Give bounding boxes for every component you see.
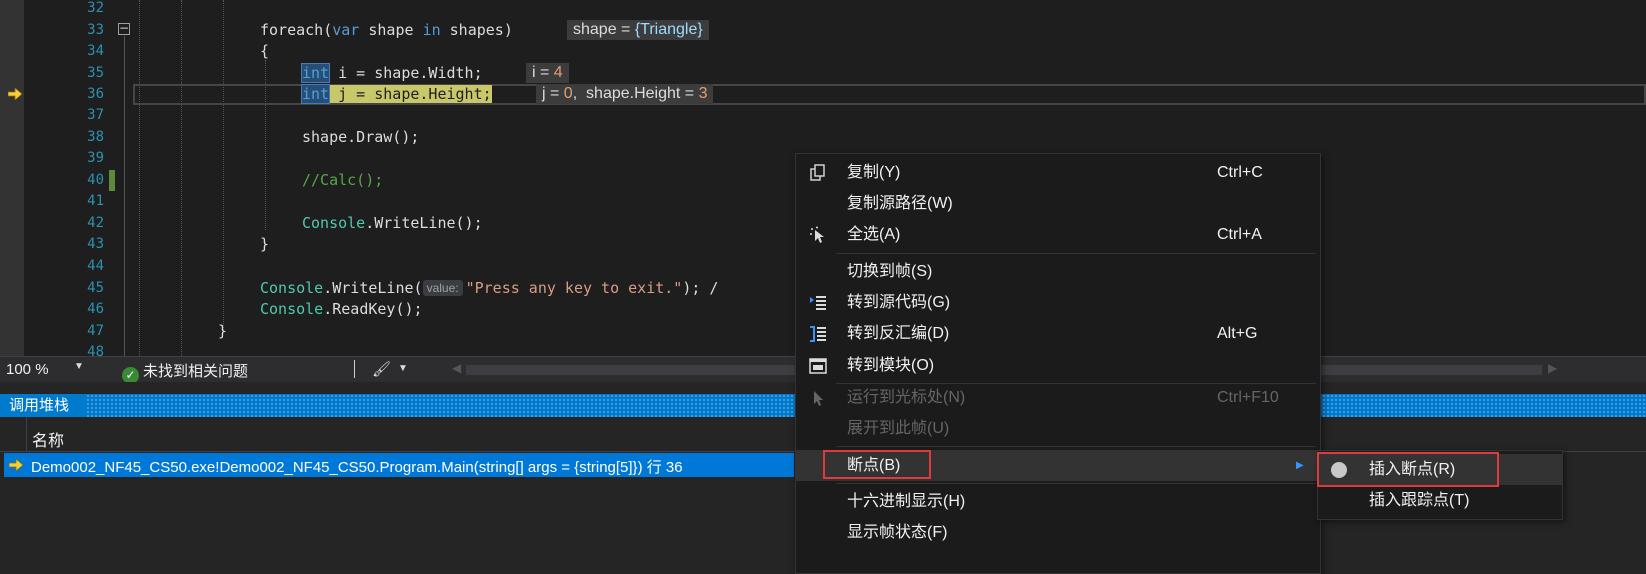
line-number: 36 xyxy=(87,86,104,102)
context-menu: 复制(Y) Ctrl+C 复制源路径(W) 全选(A) Ctrl+A 切换到帧(… xyxy=(795,153,1321,574)
line-number: 37 xyxy=(87,107,104,123)
menu-separator xyxy=(836,253,1316,254)
code-text: Console.WriteLine(); xyxy=(302,214,483,232)
code-text: Console.ReadKey(); xyxy=(260,300,423,318)
code-text: foreach(var shape in shapes) xyxy=(260,21,513,39)
menu-item-switch-to-frame[interactable]: 切换到帧(S) xyxy=(796,256,1320,287)
code-text: int j = shape.Height; xyxy=(300,84,492,104)
code-cleanup-brush-icon[interactable]: 🖌 xyxy=(372,360,391,378)
go-to-source-icon xyxy=(810,296,826,310)
code-line-current[interactable]: 36 int j = shape.Height; j = 0, shape.He… xyxy=(0,83,1646,104)
code-text: int i = shape.Width; xyxy=(300,63,483,83)
line-number: 33 xyxy=(87,22,104,38)
line-number: 35 xyxy=(87,65,104,81)
menu-item-shortcut: Alt+G xyxy=(1217,325,1258,342)
menu-item-show-frame-status[interactable]: 显示帧状态(F) xyxy=(796,517,1320,548)
line-number: 34 xyxy=(87,43,104,59)
line-number: 43 xyxy=(87,236,104,252)
datatip-shape[interactable]: shape = {Triangle} xyxy=(567,20,709,40)
code-line[interactable]: 37 xyxy=(0,104,1646,125)
code-line[interactable]: 34 { xyxy=(0,40,1646,61)
menu-item-label: 运行到光标处(N) xyxy=(847,389,966,406)
run-to-cursor-icon xyxy=(814,391,823,406)
scroll-right-icon[interactable]: ▶ xyxy=(1548,361,1557,375)
chevron-down-icon[interactable]: ▼ xyxy=(74,361,84,372)
menu-item-go-to-disassembly[interactable]: 转到反汇编(D) Alt+G xyxy=(796,318,1320,349)
code-text: } xyxy=(218,322,228,340)
code-text: } xyxy=(260,235,270,253)
call-stack-row[interactable]: Demo002_NF45_CS50.exe!Demo002_NF45_CS50.… xyxy=(4,453,794,477)
datatip-i[interactable]: i = 4 xyxy=(526,63,569,83)
line-number: 46 xyxy=(87,301,104,317)
code-comment: //Calc(); xyxy=(302,171,384,189)
menu-item-label: 切换到帧(S) xyxy=(847,263,933,280)
select-all-icon xyxy=(810,226,824,243)
code-text: shape.Draw(); xyxy=(302,128,420,146)
module-icon xyxy=(809,358,827,374)
code-text: { xyxy=(260,42,270,60)
menu-item-label: 复制源路径(W) xyxy=(847,195,953,212)
divider xyxy=(26,417,27,452)
disassembly-icon xyxy=(810,326,826,342)
menu-item-label: 显示帧状态(F) xyxy=(847,524,948,541)
chevron-down-icon[interactable]: ▼ xyxy=(398,363,408,374)
menu-item-shortcut: Ctrl+F10 xyxy=(1217,389,1279,406)
line-number: 32 xyxy=(87,0,104,16)
line-number: 47 xyxy=(87,323,104,339)
line-number: 45 xyxy=(87,280,104,296)
line-number: 40 xyxy=(87,172,104,188)
scroll-left-icon[interactable]: ◀ xyxy=(452,361,461,375)
code-text: Console.WriteLine(value: "Press any key t… xyxy=(260,279,719,297)
menu-item-label: 转到模块(O) xyxy=(847,357,935,374)
copy-icon xyxy=(810,164,825,181)
line-number: 41 xyxy=(87,193,104,209)
menu-item-shortcut: Ctrl+C xyxy=(1217,164,1263,181)
menu-item-copy[interactable]: 复制(Y) Ctrl+C xyxy=(796,157,1320,188)
code-line[interactable]: 33 foreach(var shape in shapes) shape = … xyxy=(0,19,1646,40)
menu-item-label: 十六进制显示(H) xyxy=(847,493,966,510)
menu-item-run-to-cursor[interactable]: 运行到光标处(N) Ctrl+F10 xyxy=(796,382,1320,413)
datatip-j-height[interactable]: j = 0, shape.Height = 3 xyxy=(536,84,714,104)
menu-item-insert-tracepoint[interactable]: 插入跟踪点(T) xyxy=(1318,485,1562,516)
menu-item-label: 全选(A) xyxy=(847,226,901,243)
menu-separator xyxy=(836,483,1316,484)
menu-separator xyxy=(836,446,1316,447)
current-frame-arrow-icon xyxy=(9,459,23,471)
menu-item-go-to-source[interactable]: 转到源代码(G) xyxy=(796,287,1320,318)
line-number: 48 xyxy=(87,344,104,356)
call-stack-title: 调用堆栈 xyxy=(9,397,70,414)
menu-item-label: 复制(Y) xyxy=(847,164,901,181)
menu-item-label: 插入跟踪点(T) xyxy=(1369,492,1470,509)
line-number: 42 xyxy=(87,215,104,231)
annotation-highlight-box xyxy=(823,450,931,479)
menu-item-select-all[interactable]: 全选(A) Ctrl+A xyxy=(796,219,1320,250)
code-line[interactable]: 38 shape.Draw(); xyxy=(0,126,1646,147)
menu-item-label: 转到反汇编(D) xyxy=(847,325,950,342)
menu-item-label: 转到源代码(G) xyxy=(847,294,951,311)
menu-item-copy-source-path[interactable]: 复制源路径(W) xyxy=(796,188,1320,219)
code-line[interactable]: 35 int i = shape.Width; i = 4 xyxy=(0,62,1646,83)
line-number: 38 xyxy=(87,129,104,145)
parameter-hint: value: xyxy=(422,280,463,296)
submenu-arrow-icon: ▶ xyxy=(1296,460,1304,471)
annotation-highlight-box xyxy=(1317,452,1499,487)
code-line[interactable]: 32 xyxy=(0,0,1646,18)
menu-item-unwind-to-frame[interactable]: 展开到此帧(U) xyxy=(796,413,1320,444)
menu-item-shortcut: Ctrl+A xyxy=(1217,226,1262,243)
menu-item-go-to-module[interactable]: 转到模块(O) xyxy=(796,350,1320,381)
menu-item-label: 展开到此帧(U) xyxy=(847,420,950,437)
line-number: 39 xyxy=(87,150,104,166)
issues-indicator[interactable]: ✓ 未找到相关问题 xyxy=(122,360,248,384)
line-number: 44 xyxy=(87,258,104,274)
issues-text: 未找到相关问题 xyxy=(143,363,249,380)
menu-item-hex-display[interactable]: 十六进制显示(H) xyxy=(796,486,1320,517)
column-header-name[interactable]: 名称 xyxy=(32,427,64,451)
divider xyxy=(354,360,355,378)
call-stack-frame-text: Demo002_NF45_CS50.exe!Demo002_NF45_CS50.… xyxy=(31,459,683,476)
